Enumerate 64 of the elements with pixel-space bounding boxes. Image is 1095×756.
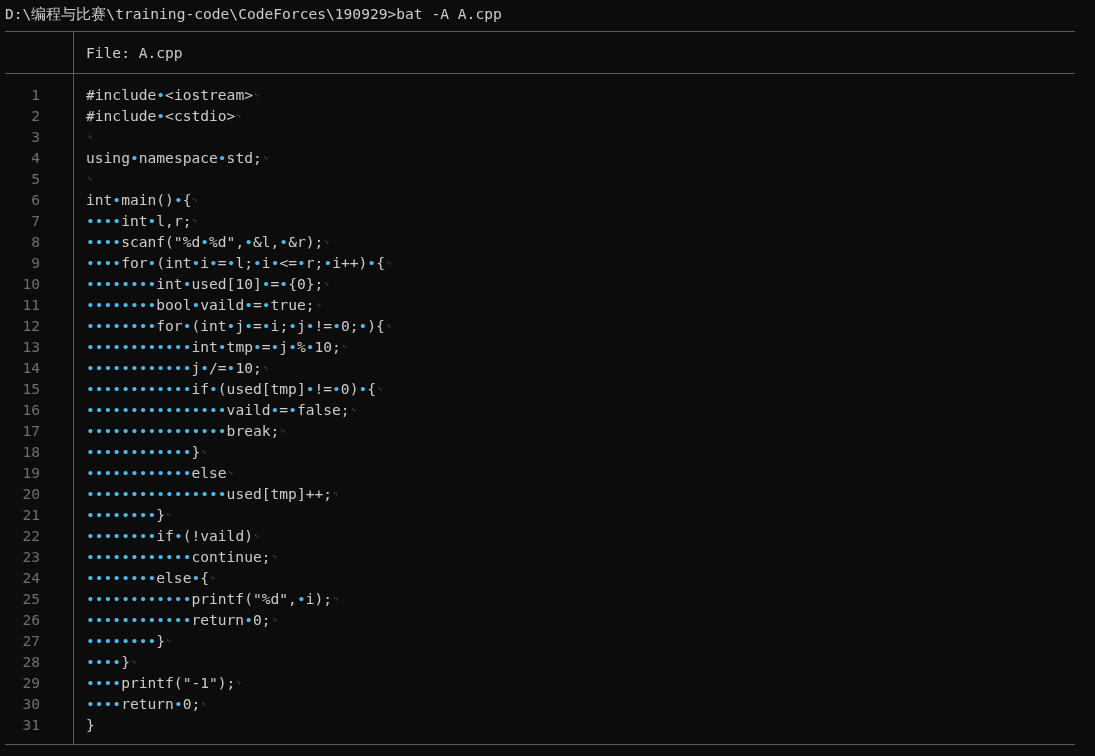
code-line: ••••••••••••continue;$^{␊}$ xyxy=(86,547,278,567)
line-number: 17 xyxy=(22,421,40,441)
code-line: ••••••••••••j•/=•10;$^{␊}$ xyxy=(86,358,269,378)
code-line: ••••printf("-1");$^{␊}$ xyxy=(86,673,243,693)
line-number: 4 xyxy=(31,148,40,168)
code-line: ••••}$^{␊}$ xyxy=(86,652,137,672)
code-line: ••••••••••••••••vaild•=•false;$^{␊}$ xyxy=(86,400,357,420)
code-line: ␊ xyxy=(86,173,93,186)
line-number: 24 xyxy=(22,568,40,588)
line-number: 6 xyxy=(31,190,40,210)
line-number: 31 xyxy=(22,715,40,735)
line-number: 14 xyxy=(22,358,40,378)
line-number: 1 xyxy=(31,85,40,105)
file-label: File: A.cpp xyxy=(86,43,183,63)
line-number: 7 xyxy=(31,211,40,231)
line-number: 13 xyxy=(22,337,40,357)
code-line: ••••••••bool•vaild•=•true;$^{␊}$ xyxy=(86,295,322,315)
code-line: ␊ xyxy=(86,131,93,144)
code-line: ••••••••••••printf("%d",•i);$^{␊}$ xyxy=(86,589,340,609)
line-number: 25 xyxy=(22,589,40,609)
code-line: ••••••••••••return•0;$^{␊}$ xyxy=(86,610,278,630)
line-number: 22 xyxy=(22,526,40,546)
line-number: 9 xyxy=(31,253,40,273)
code-line: #include•<cstdio>$^{␊}$ xyxy=(86,106,243,126)
code-line: int•main()•{$^{␊}$ xyxy=(86,190,199,210)
line-number: 26 xyxy=(22,610,40,630)
line-number: 20 xyxy=(22,484,40,504)
code-line: ••••••••••••••••break;$^{␊}$ xyxy=(86,421,287,441)
line-number: 3 xyxy=(31,127,40,147)
line-number: 27 xyxy=(22,631,40,651)
code-line: ••••for•(int•i•=•l;•i•<=•r;•i++)•{$^{␊}$ xyxy=(86,253,392,273)
line-number: 2 xyxy=(31,106,40,126)
code-line: ••••scanf("%d•%d",•&l,•&r);$^{␊}$ xyxy=(86,232,331,252)
line-number: 5 xyxy=(31,169,40,189)
code-line: ••••••••••••int•tmp•=•j•%•10;$^{␊}$ xyxy=(86,337,348,357)
line-number: 12 xyxy=(22,316,40,336)
code-line: using•namespace•std;$^{␊}$ xyxy=(86,148,269,168)
line-number: 29 xyxy=(22,673,40,693)
code-line: ••••••••else•{$^{␊}$ xyxy=(86,568,217,588)
code-line: } xyxy=(86,715,95,735)
line-number: 19 xyxy=(22,463,40,483)
line-number: 8 xyxy=(31,232,40,252)
code-line: #include•<iostream>$^{␊}$ xyxy=(86,85,260,105)
line-number: 18 xyxy=(22,442,40,462)
code-line: ••••••••••••••••used[tmp]++;$^{␊}$ xyxy=(86,484,340,504)
line-number: 28 xyxy=(22,652,40,672)
code-line: ••••••••for•(int•j•=•i;•j•!=•0;•){$^{␊}$ xyxy=(86,316,392,336)
code-line: ••••••••••••else$^{␊}$ xyxy=(86,463,234,483)
code-line: ••••••••int•used[10]•=•{0};$^{␊}$ xyxy=(86,274,331,294)
code-line: ••••••••}$^{␊}$ xyxy=(86,505,173,525)
line-number: 16 xyxy=(22,400,40,420)
line-number: 21 xyxy=(22,505,40,525)
code-line: ••••••••if•(!vaild)$^{␊}$ xyxy=(86,526,260,546)
code-line: ••••••••}$^{␊}$ xyxy=(86,631,173,651)
code-line: ••••return•0;$^{␊}$ xyxy=(86,694,208,714)
line-number: 23 xyxy=(22,547,40,567)
code-line: ••••••••••••if•(used[tmp]•!=•0)•{$^{␊}$ xyxy=(86,379,384,399)
line-number: 10 xyxy=(22,274,40,294)
code-line: ••••int•l,r;$^{␊}$ xyxy=(86,211,199,231)
command-prompt: D:\编程与比赛\training-code\CodeForces\190929>bat -A A.cpp xyxy=(4,4,502,24)
line-number: 15 xyxy=(22,379,40,399)
code-line: ••••••••••••}$^{␊}$ xyxy=(86,442,208,462)
line-number: 30 xyxy=(22,694,40,714)
line-number: 11 xyxy=(22,295,40,315)
